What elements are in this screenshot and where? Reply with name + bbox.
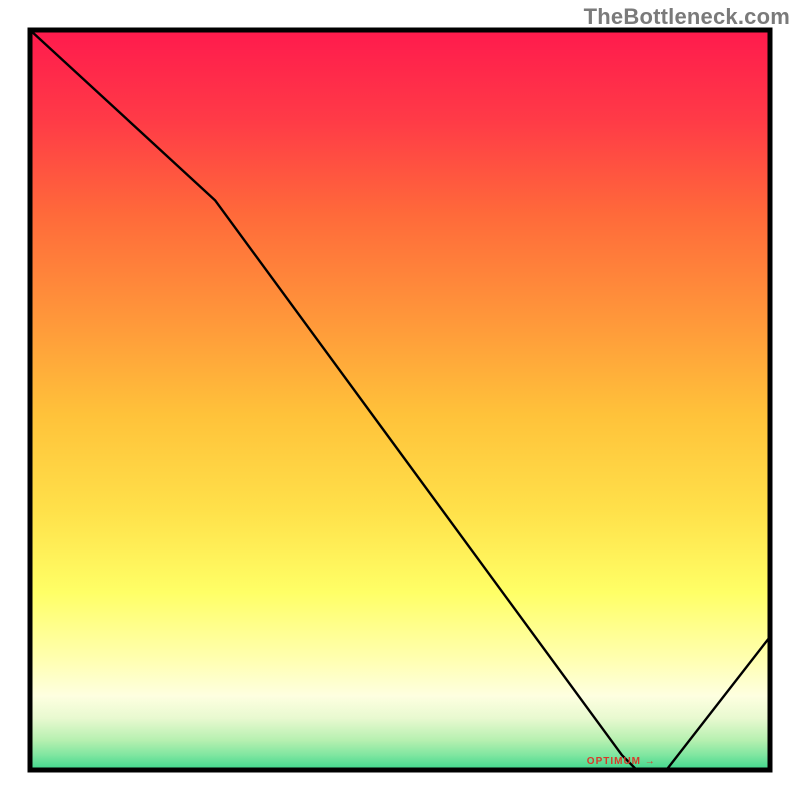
watermark-text: TheBottleneck.com xyxy=(584,4,790,30)
bottleneck-chart: OPTIMUM → xyxy=(0,0,800,800)
optimum-label: OPTIMUM → xyxy=(587,756,656,767)
plot-background xyxy=(30,30,770,770)
chart-container: TheBottleneck.com xyxy=(0,0,800,800)
